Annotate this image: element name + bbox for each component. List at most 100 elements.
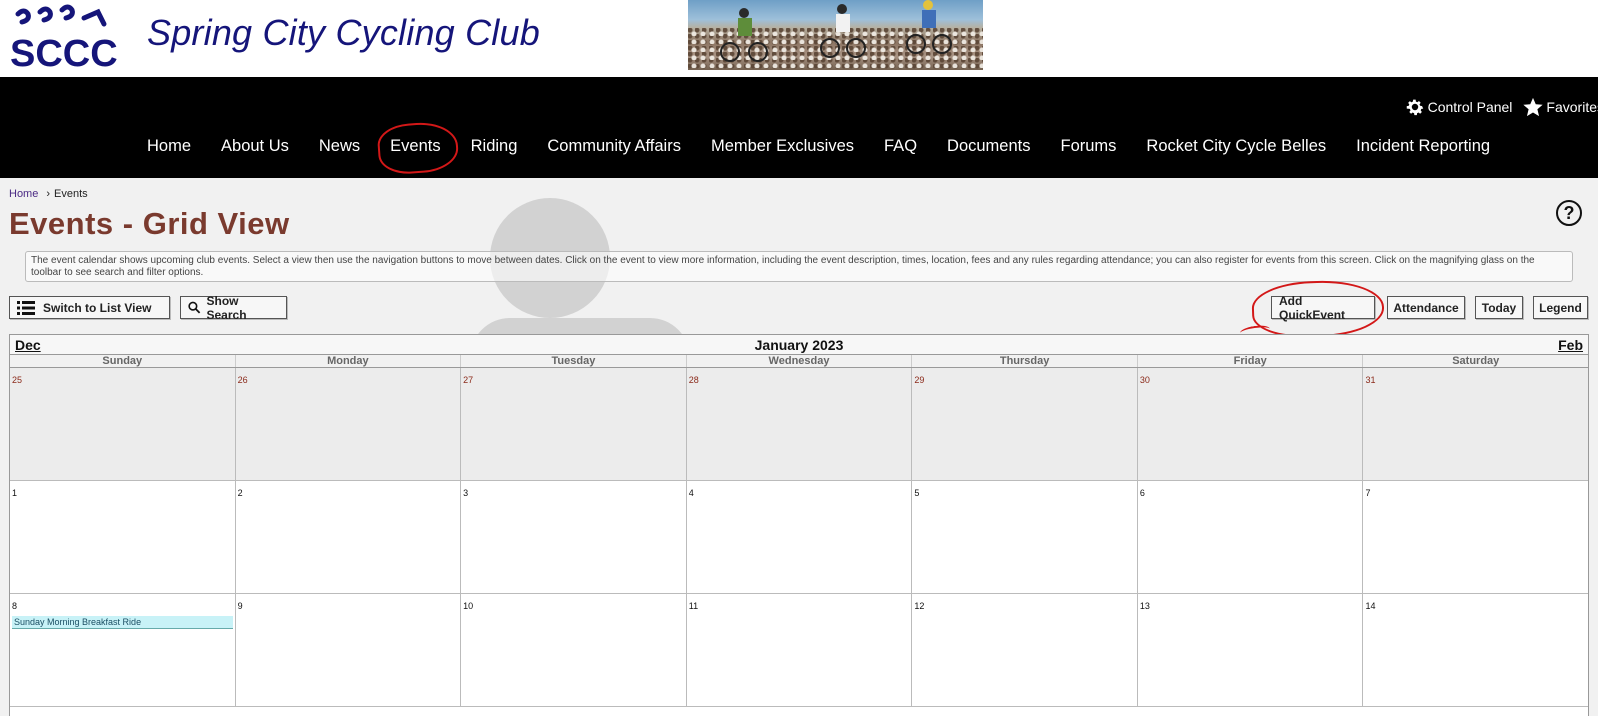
calendar-day[interactable]: 10 [461,594,687,706]
calendar-week: 8 Sunday Morning Breakfast Ride 9 10 11 … [10,594,1588,707]
day-number: 31 [1365,375,1376,385]
breadcrumb: Home › Events [9,188,88,200]
calendar-day[interactable]: 29 [912,368,1138,480]
calendar-day[interactable]: 3 [461,481,687,593]
nav-news[interactable]: News [319,137,360,156]
day-number: 28 [688,375,699,385]
menu-bar: Home About Us News Events Riding Communi… [147,137,1520,156]
calendar-day[interactable]: 6 [1138,481,1364,593]
calendar-day[interactable]: 26 [235,368,462,480]
day-number: 7 [1365,488,1371,498]
day-number: 12 [914,601,925,611]
calendar-day[interactable]: 8 Sunday Morning Breakfast Ride [10,594,236,706]
nav-incident-reporting[interactable]: Incident Reporting [1356,137,1490,156]
breadcrumb-home[interactable]: Home [9,188,38,200]
chevron-right-icon: › [46,188,51,200]
page-description: The event calendar shows upcoming club e… [25,251,1573,282]
control-panel-link[interactable]: Control Panel [1404,96,1513,118]
calendar-header: Dec January 2023 Feb [10,335,1588,355]
day-number: 26 [237,375,248,385]
search-icon [188,301,201,314]
legend-button[interactable]: Legend [1533,296,1588,319]
utility-bar: Control Panel Favorites [1404,96,1598,118]
nav-community-affairs[interactable]: Community Affairs [547,137,681,156]
site-title[interactable]: Spring City Cycling Club [147,12,540,54]
nav-member-exclusives[interactable]: Member Exclusives [711,137,854,156]
calendar-day[interactable]: 30 [1137,368,1364,480]
calendar-week: 1 2 3 4 5 6 7 [10,481,1588,594]
day-number: 30 [1139,375,1150,385]
day-number: 2 [237,488,243,498]
favorites-link[interactable]: Favorites [1522,96,1598,118]
calendar-day[interactable]: 12 [912,594,1138,706]
day-number: 3 [463,488,469,498]
day-number: 5 [914,488,920,498]
main-navigation: Control Panel Favorites Home About Us Ne… [0,77,1598,178]
next-month-link[interactable]: Feb [1558,337,1583,353]
calendar-day[interactable]: 4 [687,481,913,593]
day-number: 11 [688,601,699,611]
calendar-day[interactable]: 2 [236,481,462,593]
day-number: 9 [237,601,243,611]
calendar-day[interactable]: 27 [461,368,687,480]
nav-documents[interactable]: Documents [947,137,1030,156]
nav-riding[interactable]: Riding [471,137,518,156]
calendar-day[interactable]: 7 [1363,481,1588,593]
event-calendar: Dec January 2023 Feb Sunday Monday Tuesd… [9,334,1589,716]
annotation-circle [1251,278,1385,340]
nav-rocket-city-cycle-belles[interactable]: Rocket City Cycle Belles [1146,137,1326,156]
calendar-day[interactable]: 9 [236,594,462,706]
day-number: 14 [1365,601,1376,611]
dow-tuesday: Tuesday [461,355,687,367]
main-content: Home › Events Events - Grid View ? The eve… [0,178,1598,716]
nav-forums[interactable]: Forums [1060,137,1116,156]
nav-events[interactable]: Events [390,137,440,156]
help-icon[interactable]: ? [1556,200,1582,226]
switch-to-list-view-label: Switch to List View [43,300,152,315]
dow-wednesday: Wednesday [687,355,913,367]
today-button[interactable]: Today [1475,296,1523,319]
calendar-day[interactable]: 25 [10,368,236,480]
dow-monday: Monday [236,355,462,367]
day-number: 25 [12,375,23,385]
calendar-day[interactable]: 5 [912,481,1138,593]
day-number: 6 [1139,488,1145,498]
calendar-month-title: January 2023 [754,337,844,353]
attendance-button[interactable]: Attendance [1387,296,1465,319]
calendar-day[interactable]: 11 [687,594,913,706]
dow-saturday: Saturday [1452,355,1500,367]
nav-about-us[interactable]: About Us [221,137,289,156]
switch-to-list-view-button[interactable]: Switch to List View [9,296,170,319]
nav-faq[interactable]: FAQ [884,137,917,156]
day-number: 10 [463,601,474,611]
site-header: SCCC Spring City Cycling Club [0,0,1598,77]
calendar-day[interactable]: 14 [1363,594,1588,706]
day-number: 27 [463,375,474,385]
days-of-week-row: Sunday Monday Tuesday Wednesday Thursday… [10,355,1588,368]
show-search-button[interactable]: Show Search [180,293,287,322]
cyclists-banner-image [688,0,983,70]
svg-text:SCCC: SCCC [10,33,118,70]
day-number: 29 [914,375,925,385]
club-logo[interactable]: SCCC [10,4,120,70]
list-icon [17,300,35,315]
star-icon [1523,97,1544,117]
show-search-label: Show Search [206,293,247,322]
day-number: 1 [12,488,18,498]
calendar-day[interactable]: 1 [10,481,236,593]
dow-sunday: Sunday [10,355,236,367]
day-number: 4 [688,488,694,498]
event-sunday-morning-breakfast-ride[interactable]: Sunday Morning Breakfast Ride [12,616,233,629]
calendar-day[interactable]: 31 [1363,368,1589,480]
breadcrumb-current: Events [54,188,88,200]
nav-home[interactable]: Home [147,137,191,156]
day-number: 8 [12,601,18,611]
calendar-day[interactable]: 28 [686,368,913,480]
favorites-label: Favorites [1546,99,1598,115]
dow-friday: Friday [1138,355,1364,367]
calendar-week: 25 26 27 28 29 30 31 [10,368,1589,481]
page-title: Events - Grid View [9,206,290,241]
calendar-day[interactable]: 13 [1138,594,1364,706]
control-panel-label: Control Panel [1427,99,1513,115]
dow-thursday: Thursday [912,355,1138,367]
